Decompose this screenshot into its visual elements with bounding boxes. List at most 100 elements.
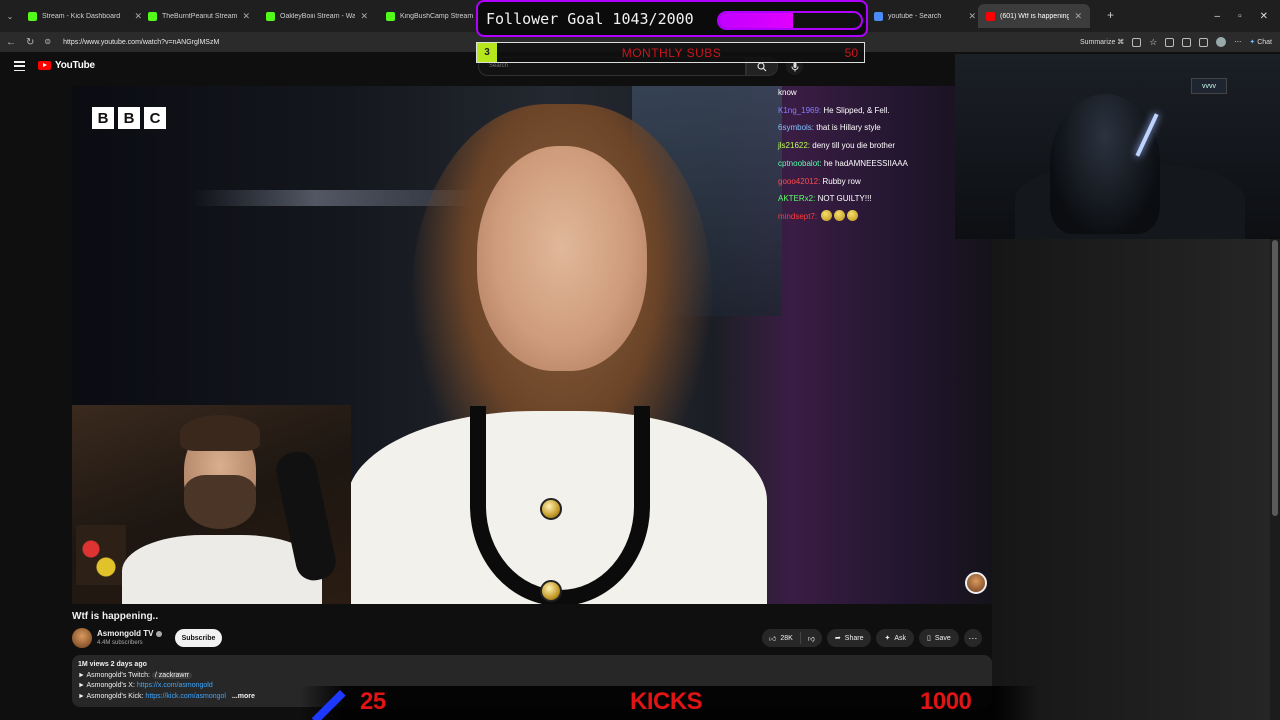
tab-title: KingBushCamp Stream - Watc [400,12,475,20]
browser-tab[interactable]: TheBurntPeanut Stream - Wa ✕ [140,4,258,28]
search-icon [757,61,767,71]
background-figures [76,525,126,585]
browser-tab[interactable]: Stream - Kick Dashboard ✕ [20,4,150,28]
share-label: Share [844,634,864,642]
show-more-button[interactable]: ...more [232,693,255,700]
emote-icon [847,209,859,221]
chat-username: jls21622: [778,141,811,151]
save-label: Save [934,634,951,642]
follower-goal-widget: Follower Goal 1043/2000 [476,0,868,37]
kicks-target: 1000 [920,688,972,715]
channel-name[interactable]: Asmongold TV [97,629,153,638]
chat-message: cptnoobalot: he hadAMNEESSIIAAA [778,155,958,173]
more-icon: ⋯ [968,632,978,643]
save-button[interactable]: ▯ Save [919,629,959,647]
window-controls: – ▫ ✕ [1215,0,1280,32]
subscribe-button[interactable]: Subscribe [175,629,222,647]
stream-chat-overlay: know K1ng_1969: He Slipped, & Fell. 6symbo… [778,84,958,224]
follower-goal-text: Follower Goal 1043/2000 [486,9,694,28]
favorite-star-icon[interactable]: ☆ [1149,37,1157,48]
copilot-chat-button[interactable]: ✦ Chat [1249,38,1272,46]
background-monitor: vvvv [1191,78,1227,94]
back-icon[interactable]: ← [6,37,16,48]
downloads-icon[interactable] [1199,37,1209,47]
ask-label: Ask [894,634,907,642]
kick-icon [28,11,37,21]
facecam-overlay: vvvv [955,54,1280,239]
video-title: Wtf is happening.. [72,611,159,622]
presenter-face [477,146,647,371]
menu-icon[interactable] [14,61,25,71]
channel-avatar[interactable] [72,628,92,648]
tab-title: youtube - Search [888,12,942,20]
chat-message: mindsept7: [778,208,958,226]
youtube-logo-text: YouTube [55,60,95,71]
tab-title: (601) Wtf is happening.. - You [1000,12,1070,20]
chat-message: know [778,84,958,102]
chat-text: know [778,88,797,97]
share-button[interactable]: ➦ Share [826,629,872,647]
reload-icon[interactable]: ↻ [26,37,34,48]
summarize-button[interactable]: Summarize ⌘ [1080,38,1124,46]
view-stats: 1M views 2 days ago [78,661,147,668]
browser-menu-icon[interactable]: ⋯ [1234,38,1241,46]
x-link[interactable]: https://x.com/asmongold [137,682,213,689]
emote-icon [821,209,833,221]
tab-list-chevron-icon[interactable]: ⌄ [0,12,20,21]
chat-username: cptnoobalot: [778,158,822,168]
x-label: ► Asmongold's X: [78,682,135,689]
new-tab-button[interactable]: + [1107,8,1114,22]
browser-tab[interactable]: (601) Wtf is happening.. - You ✕ [978,4,1090,28]
streamer-beard [184,475,256,529]
chat-message: K1ng_1969: He Slipped, & Fell. [778,102,958,120]
maximize-button[interactable]: ▫ [1238,11,1242,22]
chat-message: 6symbols: that is Hillary style [778,119,958,137]
copilot-icon: ✦ [1249,39,1256,46]
browser-tab[interactable]: youtube - Search ✕ [866,4,984,28]
profile-avatar[interactable] [1216,37,1227,47]
scrollbar-thumb[interactable] [1272,240,1278,516]
bookmark-icon: ▯ [927,635,931,642]
close-window-button[interactable]: ✕ [1260,11,1268,22]
minimize-button[interactable]: – [1215,11,1221,22]
monthly-subs-target: 50 [844,45,858,60]
like-button[interactable]: 👍︎ 28K [762,629,800,647]
follower-goal-fill [719,13,793,28]
tab-title: OakleyBoiii Stream - Watch Li [280,12,356,20]
site-info-icon[interactable]: ⊜ [44,37,51,48]
chat-text: NOT GUILTY!!! [817,194,872,204]
collections-icon[interactable] [1182,37,1192,47]
extensions-icon[interactable] [1165,37,1175,47]
more-actions-button[interactable]: ⋯ [963,629,982,647]
bbc-letter: B [118,107,140,129]
sparkle-icon: ✦ [884,635,891,642]
kicks-label: KICKS [630,688,703,715]
channel-subscriber-count: 4.4M subscribers [97,640,143,646]
monthly-subs-label: MONTHLY SUBS [621,45,722,60]
chat-username: AKTERx2: [778,194,816,204]
chat-username: 6symbols: [778,123,815,133]
channel-watermark[interactable] [965,572,987,594]
ask-button[interactable]: ✦ Ask [876,629,915,647]
chat-message: jls21622: deny till you die brother [778,137,958,155]
browser-tab[interactable]: OakleyBoiii Stream - Watch Li ✕ [258,4,376,28]
monthly-subs-widget: 3 MONTHLY SUBS 50 [476,42,865,63]
youtube-logo[interactable]: YouTube [38,60,95,71]
chat-text: He Slipped, & Fell. [823,105,890,115]
dislike-button[interactable]: 👎︎ [801,629,822,647]
close-tab-icon[interactable]: ✕ [1074,11,1082,22]
split-screen-icon[interactable] [1132,37,1142,47]
kick-link[interactable]: https://kick.com/asmongol [145,693,226,700]
twitch-label: ► Asmongold's Twitch: [78,671,150,679]
chat-text: deny till you die brother [812,141,895,151]
jacket-button [540,498,562,520]
close-tab-icon[interactable]: ✕ [360,11,368,22]
chat-username: mindsept7: [778,211,818,221]
tab-title: Stream - Kick Dashboard [42,12,121,20]
close-tab-icon[interactable]: ✕ [242,11,250,22]
youtube-icon [986,11,995,21]
twitch-handle-link[interactable]: / zackrawrr [151,671,193,679]
url-field[interactable]: https://www.youtube.com/watch?v=nANGrglM… [63,39,219,46]
verified-icon [156,631,162,637]
close-tab-icon[interactable]: ✕ [968,11,976,22]
